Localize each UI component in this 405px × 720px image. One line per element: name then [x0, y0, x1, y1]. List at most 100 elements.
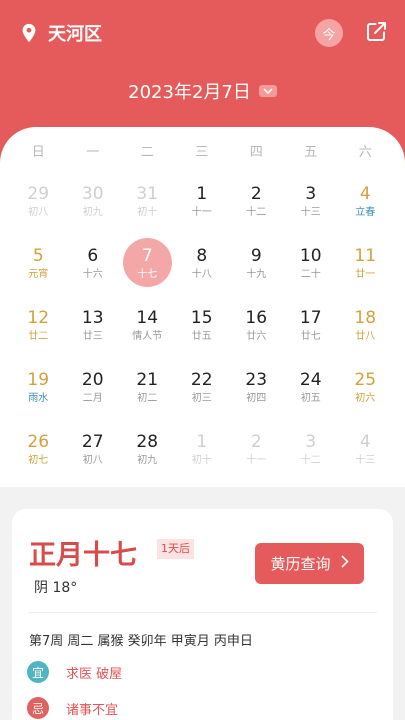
day-cell-selected[interactable]: 7 十七: [120, 238, 175, 303]
day-cell[interactable]: 6 十六: [66, 241, 121, 303]
day-number: 3: [305, 432, 317, 452]
day-cell[interactable]: 3 十三: [284, 179, 339, 241]
lunar-label: 十一: [246, 455, 267, 466]
day-number: 7: [141, 246, 153, 266]
days-until-badge: 1天后: [157, 539, 194, 559]
calendar-grid: 29 初八 30 初九 31 初十 1 十一 2 十二 3 十三 4 立春 5 元宵 6 十六 7 十七 8 十八 9 十九 1…: [11, 179, 394, 489]
day-cell[interactable]: 20 二月: [66, 365, 121, 427]
day-number: 2: [250, 184, 262, 204]
lunar-label: 廿一: [355, 269, 376, 280]
lunar-label: 初三: [191, 393, 212, 404]
day-number: 4: [359, 184, 371, 204]
day-cell[interactable]: 24 初五: [284, 365, 339, 427]
weekday-label: 二: [140, 145, 154, 160]
day-cell[interactable]: 4 十三: [338, 427, 393, 489]
day-cell[interactable]: 26 初七: [11, 427, 66, 489]
ganzhi-info: 第7周 周二 属猴 癸卯年 甲寅月 丙申日: [29, 634, 253, 649]
day-number: 19: [27, 370, 50, 390]
day-cell[interactable]: 10 二十: [284, 241, 339, 303]
day-number: 31: [136, 184, 159, 204]
lunar-label: 情人节: [132, 331, 163, 342]
suitable-icon: 宜: [27, 661, 49, 683]
day-cell[interactable]: 1 十一: [175, 179, 230, 241]
lunar-label: 初十: [137, 207, 158, 218]
lunar-label: 十六: [82, 269, 103, 280]
day-number: 28: [136, 432, 159, 452]
chevron-down-icon: [258, 85, 277, 97]
lunar-label: 初七: [28, 455, 49, 466]
suitable-row: 宜 求医 破屋: [27, 661, 122, 683]
lunar-label: 廿三: [82, 331, 103, 342]
lunar-label: 初九: [137, 455, 158, 466]
lunar-label: 十三: [355, 455, 376, 466]
almanac-query-label: 黄历查询: [270, 555, 331, 573]
day-number: 11: [354, 246, 377, 266]
day-cell[interactable]: 25 初六: [338, 365, 393, 427]
day-number: 24: [299, 370, 322, 390]
lunar-label: 十九: [246, 269, 267, 280]
lunar-label: 二月: [82, 393, 103, 404]
day-cell[interactable]: 21 初二: [120, 365, 175, 427]
lunar-label: 十七: [137, 269, 158, 280]
day-cell[interactable]: 28 初九: [120, 427, 175, 489]
day-cell[interactable]: 13 廿三: [66, 303, 121, 365]
day-cell[interactable]: 27 初八: [66, 427, 121, 489]
avoid-text: 诸事不宜: [66, 702, 119, 718]
day-cell[interactable]: 2 十一: [229, 427, 284, 489]
day-cell[interactable]: 15 廿五: [175, 303, 230, 365]
week-row: 29 初八 30 初九 31 初十 1 十一 2 十二 3 十三 4 立春: [11, 179, 394, 241]
lunar-label: 初九: [82, 207, 103, 218]
day-cell[interactable]: 23 初四: [229, 365, 284, 427]
day-number: 22: [190, 370, 213, 390]
lunar-label: 廿六: [246, 331, 267, 342]
day-cell[interactable]: 3 十二: [284, 427, 339, 489]
day-cell[interactable]: 31 初十: [120, 179, 175, 241]
day-number: 6: [87, 246, 99, 266]
lunar-label: 初六: [355, 393, 376, 404]
day-cell[interactable]: 4 立春: [338, 179, 393, 241]
lunar-label: 初八: [28, 207, 49, 218]
week-row: 26 初七 27 初八 28 初九 1 初十 2 十一 3 十二 4 十三: [11, 427, 394, 489]
month-title-text: 2023年2月7日: [128, 82, 251, 103]
day-number: 14: [136, 308, 159, 328]
day-cell[interactable]: 18 廿八: [338, 303, 393, 365]
day-cell[interactable]: 22 初三: [175, 365, 230, 427]
almanac-query-button[interactable]: 黄历查询: [255, 543, 364, 584]
day-cell[interactable]: 30 初九: [66, 179, 121, 241]
day-number: 3: [305, 184, 317, 204]
day-cell[interactable]: 11 廿一: [338, 241, 393, 303]
lunar-label: 十三: [300, 207, 321, 218]
day-cell[interactable]: 14 情人节: [120, 303, 175, 365]
month-title[interactable]: 2023年2月7日: [0, 78, 405, 104]
day-cell[interactable]: 5 元宵: [11, 241, 66, 303]
day-cell[interactable]: 9 十九: [229, 241, 284, 303]
day-number: 21: [136, 370, 159, 390]
day-cell[interactable]: 1 初十: [175, 427, 230, 489]
day-number: 18: [354, 308, 377, 328]
location-selector[interactable]: 天河区: [18, 20, 102, 46]
day-number: 25: [354, 370, 377, 390]
day-cell[interactable]: 16 廿六: [229, 303, 284, 365]
day-cell[interactable]: 8 十八: [175, 241, 230, 303]
avoid-icon: 忌: [27, 697, 49, 719]
week-row: 5 元宵 6 十六 7 十七 8 十八 9 十九 10 二十 11 廿一: [11, 238, 394, 303]
day-number: 1: [196, 432, 208, 452]
day-cell[interactable]: 19 雨水: [11, 365, 66, 427]
day-cell[interactable]: 2 十二: [229, 179, 284, 241]
lunar-label: 十八: [191, 269, 212, 280]
week-row: 19 雨水 20 二月 21 初二 22 初三 23 初四 24 初五 25 初六: [11, 365, 394, 427]
day-number: 20: [81, 370, 104, 390]
weekday-label: 四: [249, 145, 263, 160]
day-number: 27: [81, 432, 104, 452]
lunar-label: 立春: [355, 207, 376, 218]
day-cell[interactable]: 29 初八: [11, 179, 66, 241]
day-number: 5: [32, 246, 44, 266]
day-number: 23: [245, 370, 268, 390]
day-cell[interactable]: 17 廿七: [284, 303, 339, 365]
day-cell[interactable]: 12 廿二: [11, 303, 66, 365]
share-icon[interactable]: [363, 19, 389, 45]
today-button[interactable]: 今: [315, 19, 343, 47]
calendar: 日一二三四五六 29 初八 30 初九 31 初十 1 十一 2 十二 3 十三 4 立春 5 元宵 6 十六 7 十…: [0, 127, 405, 487]
weekday-label: 三: [195, 145, 209, 160]
weekday-label: 六: [358, 145, 372, 160]
